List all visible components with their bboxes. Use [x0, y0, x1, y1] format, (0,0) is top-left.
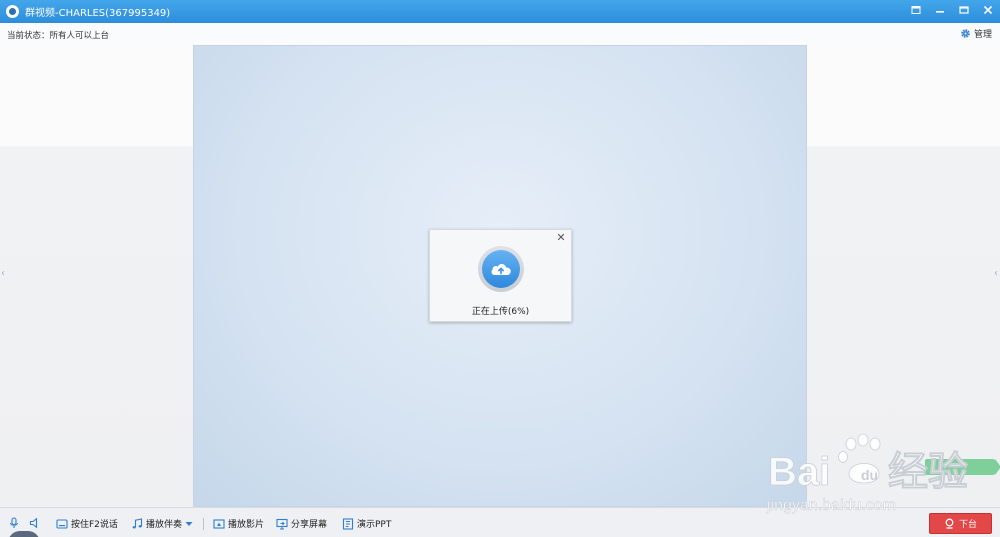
push-to-talk-button[interactable]: 按住F2说话 [56, 517, 118, 530]
cloud-upload-icon [482, 250, 520, 288]
close-icon[interactable]: ✕ [555, 232, 567, 244]
skin-icon[interactable] [908, 2, 924, 18]
play-accompaniment-label: 播放伴奏 [146, 520, 183, 530]
film-icon [213, 518, 225, 529]
play-video-button[interactable]: 播放影片 [213, 517, 264, 530]
left-video-panel [0, 45, 193, 507]
chevron-right-icon[interactable]: ‹ [994, 268, 998, 279]
svg-text:jingyan.baidu.com: jingyan.baidu.com [766, 497, 896, 514]
baidu-watermark-logo: Bai 经验 du jingyan.baidu.com [766, 433, 968, 514]
svg-text:经验: 经验 [888, 450, 968, 494]
manage-button[interactable]: 管理 [960, 27, 992, 40]
play-accompaniment-button[interactable]: 播放伴奏 [131, 517, 193, 530]
toolbar-divider [203, 518, 204, 530]
upload-progress-ring [478, 246, 524, 292]
minimize-icon[interactable] [932, 2, 948, 18]
gear-icon [961, 29, 970, 38]
upload-dialog: ✕ 正在上传(6%) [429, 229, 572, 322]
upload-status-text: 正在上传(6%) [471, 307, 530, 317]
microphone-button[interactable] [8, 517, 20, 529]
app-logo-icon [6, 5, 19, 18]
music-note-icon [132, 517, 143, 528]
play-video-label: 播放影片 [228, 520, 265, 530]
status-row: 当前状态：所有人可以上台 管理 [0, 23, 1000, 45]
speaker-button[interactable] [28, 517, 40, 529]
microphone-icon [9, 517, 19, 528]
present-ppt-label: 演示PPT [357, 520, 392, 530]
title-bar: 群视频-CHARLES(367995349) [0, 0, 1000, 23]
manage-label: 管理 [973, 30, 992, 40]
svg-text:du: du [861, 467, 878, 483]
maximize-icon[interactable] [956, 2, 972, 18]
window-title: 群视频-CHARLES(367995349) [25, 8, 171, 19]
keyboard-icon [56, 518, 68, 529]
window-controls [908, 2, 996, 18]
share-screen-button[interactable]: 分享屏幕 [276, 517, 327, 530]
svg-text:Bai: Bai [768, 450, 830, 494]
chevron-down-icon[interactable] [185, 521, 193, 527]
chevron-left-icon[interactable]: ‹ [1, 268, 5, 279]
current-status-text: 当前状态：所有人可以上台 [7, 31, 110, 41]
speaker-icon [29, 517, 38, 529]
present-ppt-button[interactable]: 演示PPT [342, 517, 391, 530]
close-icon[interactable] [980, 2, 996, 18]
ppt-icon [342, 517, 354, 530]
monitor-icon [276, 518, 288, 529]
push-to-talk-label: 按住F2说话 [71, 520, 118, 530]
share-screen-label: 分享屏幕 [291, 520, 328, 530]
